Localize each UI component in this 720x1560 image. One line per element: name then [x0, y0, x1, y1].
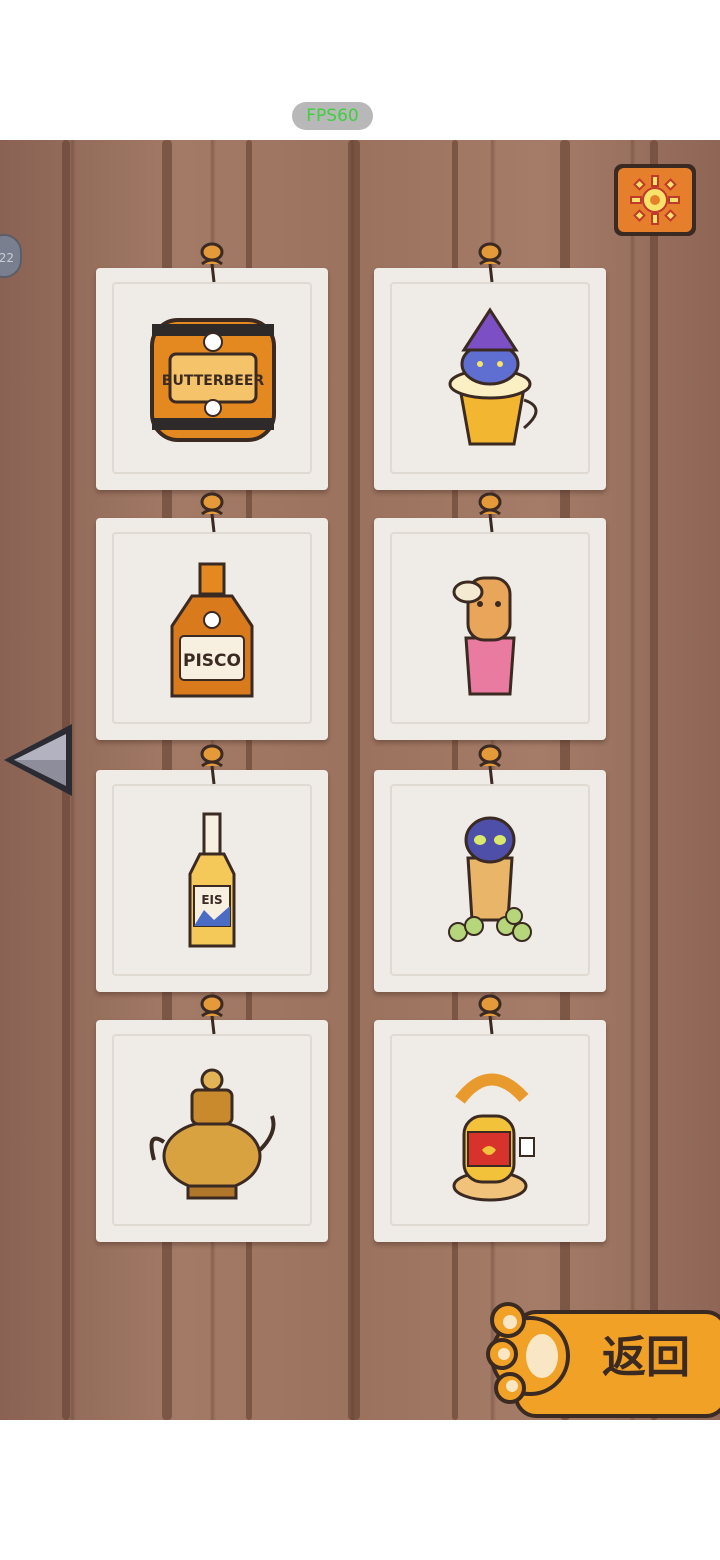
grape-cat-glass-icon [448, 816, 532, 942]
previous-page-arrow[interactable] [0, 720, 80, 800]
card-llama-cat[interactable] [374, 492, 606, 740]
llama-cat-glass-icon [452, 576, 516, 696]
back-button-label[interactable]: 返回 [596, 1328, 696, 1388]
wood-grain [650, 140, 658, 1420]
card-grape-cat[interactable] [374, 744, 606, 992]
eis-label: EIS [201, 893, 222, 907]
card-eis[interactable]: EIS [96, 744, 328, 992]
croissant-cat-drink-icon [452, 1073, 535, 1202]
butterbeer-barrel-icon: BUTTERBEER [150, 318, 276, 442]
eis-bottle-icon: EIS [188, 812, 236, 948]
pisco-label: PISCO [183, 651, 241, 671]
card-teapot[interactable] [96, 994, 328, 1242]
card-pisco[interactable]: PISCO [96, 492, 328, 740]
barrel-label: BUTTERBEER [162, 373, 265, 389]
fps-indicator: FPS60 [292, 102, 373, 130]
card-croissant-cat[interactable] [374, 994, 606, 1242]
bottom-area [0, 1420, 720, 1560]
settings-gear-button[interactable] [612, 162, 698, 238]
wood-grain [348, 140, 360, 1420]
pisco-bottle-icon: PISCO [170, 562, 254, 698]
card-butterbeer[interactable]: BUTTERBEER [96, 242, 328, 490]
wizard-cat-mug-icon [448, 307, 538, 446]
card-wizard-cat[interactable] [374, 242, 606, 490]
golden-teapot-icon [149, 1068, 276, 1200]
